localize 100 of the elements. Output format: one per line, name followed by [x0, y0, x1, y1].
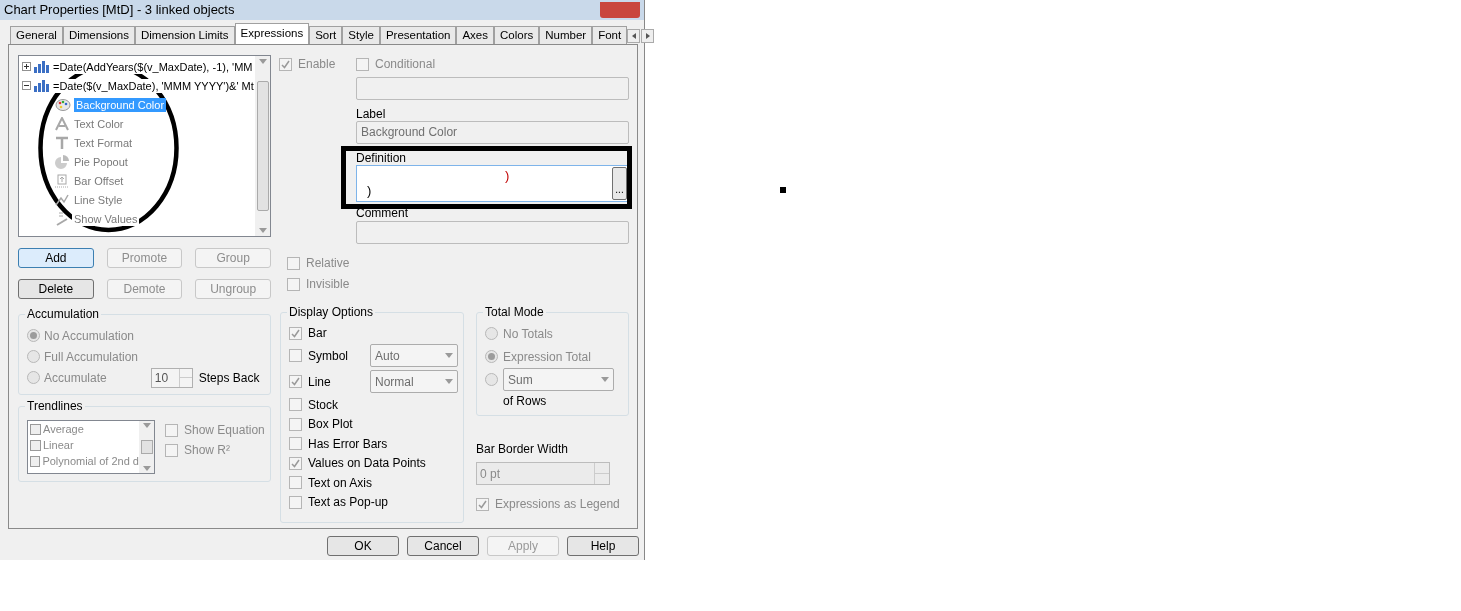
dropdown[interactable]: Normal [370, 370, 458, 393]
tab[interactable]: Dimensions [62, 26, 135, 44]
checkbox[interactable] [289, 437, 302, 450]
caret-icon [445, 379, 453, 384]
checkbox[interactable] [289, 456, 302, 470]
checkbox[interactable] [30, 423, 41, 435]
close-button[interactable] [600, 2, 640, 18]
checkbox[interactable] [289, 476, 302, 489]
scroll-left-button[interactable] [627, 29, 641, 43]
dialog-button[interactable]: Cancel [407, 536, 479, 556]
checkbox-label: Conditional [375, 56, 436, 73]
tree-item[interactable]: =Date($(v_MaxDate), 'MMM YYYY')&' Mt [53, 78, 254, 93]
trendline-item[interactable]: Polynomial of 2nd d [42, 452, 139, 470]
radio-button[interactable] [485, 373, 498, 386]
trendline-item[interactable]: Average [43, 421, 84, 438]
scrollbar[interactable] [255, 56, 270, 236]
dialog-button[interactable]: OK [327, 536, 399, 556]
checkbox-label: Invisible [306, 276, 350, 293]
checkbox[interactable] [279, 57, 292, 71]
field-label: Definition [356, 151, 408, 165]
tab[interactable]: Font [592, 26, 628, 44]
radio-button[interactable] [27, 329, 40, 342]
tab[interactable]: Axes [456, 26, 495, 44]
checkbox[interactable] [289, 349, 302, 362]
tab[interactable]: Sort [309, 26, 343, 44]
checkbox[interactable] [287, 256, 300, 270]
dropdown[interactable]: Auto [370, 344, 458, 367]
steps-spinner[interactable]: 10 [150, 367, 193, 388]
dialog-button[interactable]: Help [567, 536, 639, 556]
caret-icon [258, 228, 267, 233]
radio-button[interactable] [27, 350, 40, 363]
checkbox-label: Relative [306, 255, 350, 272]
checkbox[interactable] [165, 443, 178, 457]
dialog-button[interactable]: Delete [18, 279, 94, 299]
expand-icon[interactable] [22, 62, 31, 71]
group-title: Accumulation [25, 307, 102, 321]
tree-item[interactable]: Show Values [72, 211, 140, 226]
checkmark-icon [478, 499, 487, 509]
letter-t-icon [55, 135, 69, 150]
scrollbar[interactable] [139, 421, 154, 473]
tab[interactable]: Style [342, 26, 380, 44]
dialog-button[interactable]: Add [18, 248, 94, 268]
checkbox[interactable] [289, 326, 302, 340]
checkbox-label: Expressions as Legend [495, 496, 620, 513]
condition-field[interactable] [356, 77, 629, 100]
caret-icon [142, 423, 151, 428]
checkbox[interactable] [356, 57, 369, 71]
dropdown-value: Normal [375, 373, 414, 391]
definition-field[interactable]: ) ) ... [356, 165, 629, 202]
tab[interactable]: Colors [494, 26, 540, 44]
checkbox[interactable] [289, 398, 302, 411]
field-label: Label [356, 106, 387, 120]
radio-button[interactable] [485, 327, 498, 340]
checkbox-label: Symbol [308, 347, 348, 365]
field-label: Bar Border Width [476, 441, 570, 458]
code-line: ) [505, 168, 510, 183]
checkbox[interactable] [30, 439, 41, 451]
radio-button[interactable] [485, 350, 498, 363]
code-line: ) [367, 183, 372, 198]
caret-icon [142, 466, 151, 471]
radio-label: No Accumulation [44, 327, 135, 345]
line-style-icon [55, 192, 69, 207]
caret-icon [258, 59, 267, 64]
value-icon [55, 211, 69, 226]
tab[interactable]: Expressions [234, 23, 310, 44]
dropdown[interactable]: Sum [503, 368, 614, 391]
tab[interactable]: General [10, 26, 63, 44]
edit-expression-button[interactable]: ... [612, 167, 627, 200]
checkmark-icon [281, 59, 290, 69]
checkbox[interactable] [30, 455, 41, 467]
tab[interactable]: Presentation [379, 26, 457, 44]
checkbox[interactable] [287, 277, 300, 291]
trendline-item[interactable]: Linear [43, 436, 74, 454]
radio-label: Accumulate [44, 369, 107, 387]
dot-mark [780, 187, 786, 193]
radio-label: Full Accumulation [44, 348, 139, 366]
checkbox-label: Show R² [184, 442, 230, 459]
checkbox[interactable] [165, 423, 178, 437]
pie-chart-icon [55, 154, 69, 169]
radio-button[interactable] [27, 371, 40, 384]
label-field[interactable]: Background Color [356, 121, 629, 144]
total-mode-suffix: of Rows [502, 393, 548, 410]
left-arrow-icon [631, 33, 636, 39]
checkbox-label: Has Error Bars [308, 435, 388, 453]
radio-label: Expression Total [503, 348, 591, 366]
comment-field[interactable] [356, 221, 629, 244]
checkbox-label: Stock [308, 396, 338, 414]
caret-icon [601, 377, 609, 382]
collapse-icon[interactable] [22, 81, 31, 90]
tab[interactable]: Number [539, 26, 593, 44]
spinner-value: 10 [154, 369, 169, 387]
tab[interactable]: Dimension Limits [135, 26, 235, 44]
checkbox[interactable] [476, 497, 489, 511]
checkbox[interactable] [289, 495, 302, 509]
checkbox-label: Text as Pop-up [308, 494, 389, 511]
checkbox[interactable] [289, 375, 302, 388]
checkbox-label: Show Equation [184, 422, 265, 439]
checkbox[interactable] [289, 417, 302, 431]
radio-label: No Totals [503, 325, 553, 343]
scroll-right-button[interactable] [641, 29, 655, 43]
